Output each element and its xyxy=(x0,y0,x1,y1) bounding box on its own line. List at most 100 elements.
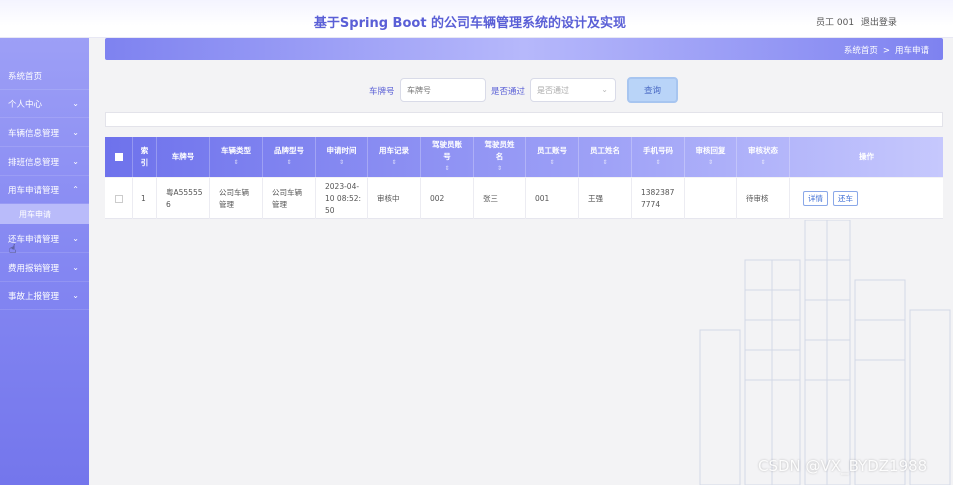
table-cell xyxy=(685,178,737,219)
column-label: 员工账号 xyxy=(537,146,567,155)
pass-filter-select[interactable]: 是否通过 ⌄ xyxy=(530,78,616,102)
column-header[interactable]: 员工账号 ⇕ xyxy=(526,137,579,177)
column-header[interactable]: 员工姓名 ⇕ xyxy=(579,137,632,177)
table-cell: 张三 xyxy=(474,178,526,219)
select-all-checkbox[interactable] xyxy=(114,153,123,161)
return-car-button[interactable]: 还车 xyxy=(833,191,858,206)
plate-search-input[interactable] xyxy=(400,78,486,102)
table-row: 1 粤A55555 6 公司车辆 管理 公司车辆 管理 2023-04- 10 … xyxy=(105,178,943,219)
sidebar-item-car-request[interactable]: 用车申请管理 ⌃ xyxy=(0,176,89,204)
sort-icon: ⇕ xyxy=(760,159,766,166)
user-info: 员工 001 退出登录 xyxy=(816,15,897,28)
sort-icon: ⇕ xyxy=(602,159,608,166)
column-label: 审核回复 xyxy=(695,146,726,155)
hand-cursor-icon: ☝ xyxy=(9,242,17,256)
column-label: 品牌型号 xyxy=(274,146,304,155)
sidebar-item-label: 个人中心 xyxy=(8,99,43,110)
column-header[interactable]: 品牌型号 ⇕ xyxy=(263,137,316,177)
table-cell: 公司车辆 管理 xyxy=(263,178,316,219)
chevron-down-icon: ⌄ xyxy=(72,291,79,300)
table-cell: 2023-04- 10 08:52: 50 xyxy=(316,178,368,219)
breadcrumb-separator: > xyxy=(882,46,890,56)
sidebar-item-vehicle-info[interactable]: 车辆信息管理 ⌄ xyxy=(0,119,89,147)
breadcrumb-bar: 系统首页 > 用车申请 xyxy=(105,38,943,60)
logout-link[interactable]: 退出登录 xyxy=(861,18,897,28)
chevron-down-icon: ⌄ xyxy=(72,99,79,108)
sidebar-subitem-car-request[interactable]: 用车申请 xyxy=(0,204,89,224)
column-header[interactable]: 审核回复 ⇕ xyxy=(685,137,737,177)
app-title: 基于Spring Boot 的公司车辆管理系统的设计及实现 xyxy=(313,16,627,31)
breadcrumb-current: 用车申请 xyxy=(894,46,929,56)
column-header[interactable]: 申请时间 ⇕ xyxy=(316,137,368,177)
chevron-up-icon: ⌃ xyxy=(72,185,79,194)
sidebar-item-label: 用车申请管理 xyxy=(8,185,60,196)
chevron-down-icon: ⌄ xyxy=(72,234,79,243)
column-label: 申请时间 xyxy=(326,146,357,155)
row-checkbox[interactable] xyxy=(115,194,123,203)
breadcrumb-home[interactable]: 系统首页 xyxy=(844,46,878,56)
chevron-down-icon: ⌄ xyxy=(72,128,79,137)
user-label: 员工 001 xyxy=(816,18,855,28)
column-label: 操作 xyxy=(859,152,874,161)
sidebar-item-label: 排班信息管理 xyxy=(8,157,60,168)
column-label: 索 引 xyxy=(140,146,149,167)
sidebar-item-label: 费用报销管理 xyxy=(8,263,60,274)
row-select-cell xyxy=(105,178,133,219)
detail-button[interactable]: 详情 xyxy=(803,191,828,206)
sort-icon: ⇕ xyxy=(338,159,345,166)
chevron-down-icon: ⌄ xyxy=(601,85,608,94)
column-label: 审核状态 xyxy=(748,146,778,155)
sidebar-item-home[interactable]: 系统首页 xyxy=(0,62,89,90)
sidebar: 系统首页 个人中心 ⌄ 车辆信息管理 ⌄ 排班信息管理 ⌄ 用车申请管理 ⌃ 用… xyxy=(0,38,89,485)
column-label: 用车记录 xyxy=(379,146,409,155)
sidebar-item-accident[interactable]: 事故上报管理 ⌄ xyxy=(0,282,89,310)
sidebar-item-schedule[interactable]: 排班信息管理 ⌄ xyxy=(0,148,89,176)
sort-icon: ⇕ xyxy=(707,159,714,166)
toolbar-bar xyxy=(105,112,943,127)
sort-icon: ⇕ xyxy=(496,165,503,172)
column-header[interactable]: 审核状态 ⇕ xyxy=(737,137,790,177)
pass-filter-label: 是否通过 xyxy=(491,87,526,97)
sort-icon: ⇕ xyxy=(444,165,450,172)
table-header: 索 引 车牌号 车辆类型 ⇕ 品牌型号 ⇕ 申请时间 ⇕ 用车记录 ⇕ 驾驶员账 号 ⇕ … xyxy=(105,137,943,177)
top-header: 基于Spring Boot 的公司车辆管理系统的设计及实现 员工 001 退出登… xyxy=(0,0,953,38)
table-cell: 公司车辆 管理 xyxy=(210,178,263,219)
column-header[interactable]: 手机号码 ⇕ xyxy=(632,137,685,177)
table-cell: 粤A55555 6 xyxy=(157,178,210,219)
column-header[interactable]: 驾驶员姓 名 ⇕ xyxy=(474,137,526,177)
actions-cell: 详情 还车 xyxy=(790,178,943,219)
pass-filter-placeholder: 是否通过 xyxy=(537,85,569,95)
sidebar-item-personal-center[interactable]: 个人中心 ⌄ xyxy=(0,90,89,118)
sort-icon: ⇕ xyxy=(233,159,239,166)
sidebar-item-label: 系统首页 xyxy=(8,71,43,82)
column-header[interactable]: 用车记录 ⇕ xyxy=(368,137,421,177)
column-label: 驾驶员姓 名 xyxy=(484,140,515,161)
column-header: 操作 xyxy=(790,137,943,177)
column-label: 驾驶员账 号 xyxy=(432,140,462,161)
column-header[interactable]: 车辆类型 ⇕ xyxy=(210,137,263,177)
table-cell: 1 xyxy=(133,178,157,219)
column-label: 手机号码 xyxy=(643,146,673,155)
select-all-cell xyxy=(105,137,133,177)
column-header[interactable]: 车牌号 xyxy=(157,137,210,177)
table-cell: 待审核 xyxy=(737,178,790,219)
sidebar-item-expense[interactable]: 费用报销管理 ⌄ xyxy=(0,254,89,282)
column-header[interactable]: 驾驶员账 号 ⇕ xyxy=(421,137,474,177)
breadcrumb: 系统首页 > 用车申请 xyxy=(844,44,929,56)
column-header: 索 引 xyxy=(133,137,157,177)
chevron-down-icon: ⌄ xyxy=(72,157,79,166)
plate-search-label: 车牌号 xyxy=(369,87,395,97)
table-cell: 002 xyxy=(421,178,474,219)
table-cell: 审核中 xyxy=(368,178,421,219)
sort-icon: ⇕ xyxy=(655,159,661,166)
table-cell: 王强 xyxy=(579,178,632,219)
query-button[interactable]: 查询 xyxy=(627,77,678,103)
sort-icon: ⇕ xyxy=(549,159,555,166)
column-label: 车牌号 xyxy=(171,152,195,161)
city-background-illustration xyxy=(699,220,951,485)
sidebar-item-label: 车辆信息管理 xyxy=(8,128,60,139)
column-label: 员工姓名 xyxy=(590,146,620,155)
sort-icon: ⇕ xyxy=(391,159,397,166)
sort-icon: ⇕ xyxy=(286,159,292,166)
column-label: 车辆类型 xyxy=(221,146,251,155)
